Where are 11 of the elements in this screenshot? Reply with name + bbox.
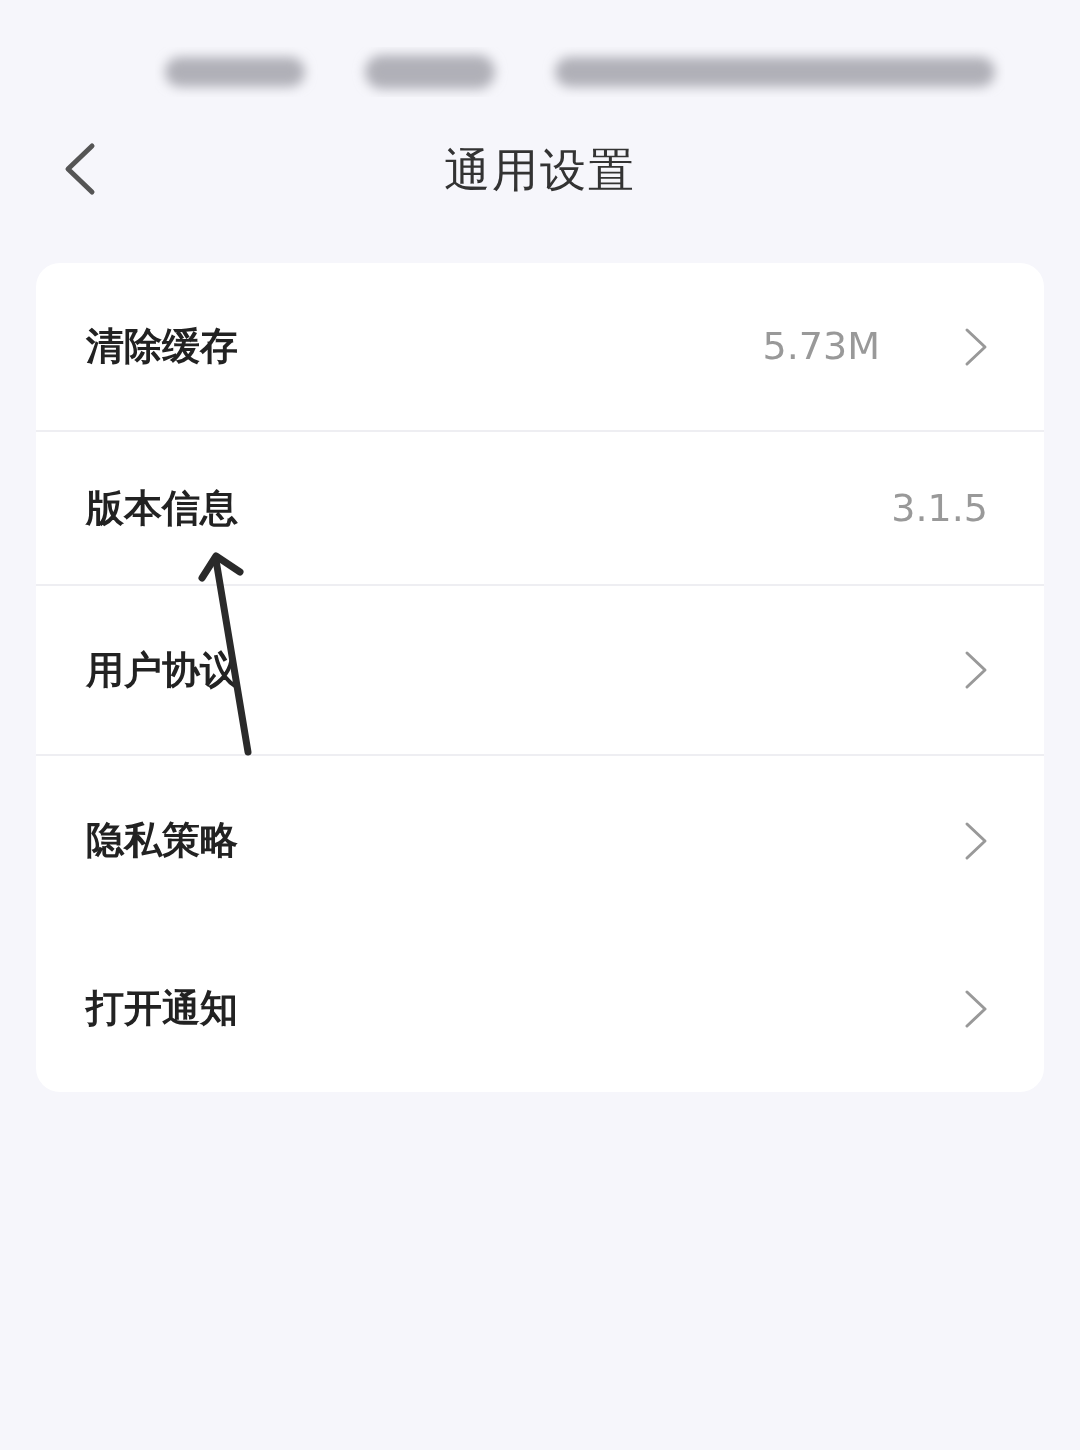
settings-row[interactable]: 打开通知 (36, 925, 1044, 1092)
row-value: 3.1.5 (891, 484, 988, 532)
settings-row[interactable]: 隐私策略 (36, 756, 1044, 925)
row-label: 版本信息 (86, 484, 238, 532)
row-label: 隐私策略 (86, 817, 238, 864)
page-title: 通用设置 (444, 141, 636, 199)
row-label: 清除缓存 (86, 323, 238, 370)
settings-row[interactable]: 清除缓存 5.73M (36, 263, 1044, 432)
row-label: 打开通知 (86, 985, 238, 1032)
settings-row[interactable]: 版本信息 3.1.5 (36, 432, 1044, 586)
row-value: 5.73M (762, 323, 880, 370)
